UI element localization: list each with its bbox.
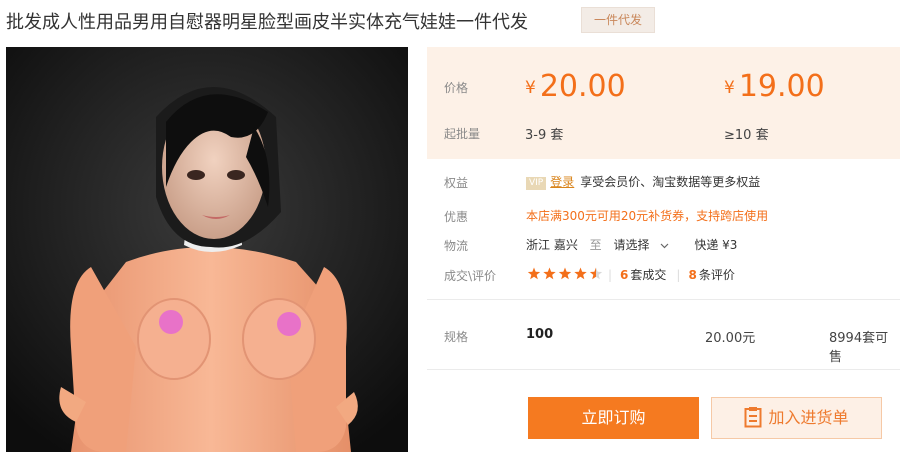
rating-stars [527, 266, 607, 285]
price-label: 价格 [444, 81, 469, 95]
deals-label: 成交\评价 [444, 269, 497, 283]
login-link[interactable]: 登录 [550, 175, 574, 189]
star-icon [589, 267, 603, 280]
star-icon [558, 267, 572, 280]
logistics-row: 浙江 嘉兴 至 请选择 快递 ¥3 [526, 236, 737, 253]
add-to-cart-label: 加入进货单 [768, 408, 849, 427]
add-to-cart-button[interactable]: 加入进货单 [711, 397, 882, 439]
rights-row: VIP 登录 享受会员价、淘宝数据等更多权益 [526, 173, 760, 190]
divider [427, 299, 900, 300]
dropship-badge: 一件代发 [581, 7, 655, 33]
star-icon [543, 267, 556, 280]
spec-price: 20.00元 [705, 331, 756, 346]
rights-text: 享受会员价、淘宝数据等更多权益 [580, 175, 761, 189]
spec-label: 规格 [444, 330, 469, 344]
rights-label: 权益 [444, 176, 469, 190]
price-tier-1: ¥20.00 [525, 69, 626, 104]
shipping-fee: 快递 ¥3 [694, 238, 738, 252]
destination-select[interactable]: 请选择 [614, 238, 669, 252]
qty-tier-2: ≥10 套 [724, 128, 769, 143]
price-panel: 价格 ¥20.00 ¥19.00 起批量 3-9 套 ≥10 套 [427, 47, 900, 159]
star-icon [527, 267, 541, 280]
spec-stock: 8994套可售 [829, 331, 889, 365]
discount-text[interactable]: 本店满300元可用20元补货券，支持跨店使用 [526, 207, 768, 224]
to-text: 至 [589, 238, 602, 252]
min-qty-label: 起批量 [444, 127, 481, 141]
divider [427, 369, 900, 370]
origin-text: 浙江 嘉兴 [526, 238, 578, 252]
spec-value: 100 [526, 327, 554, 342]
star-icon [574, 267, 587, 280]
product-title: 批发成人性用品男用自慰器明星脸型画皮半实体充气娃娃一件代发 [6, 12, 528, 33]
clipboard-icon [744, 407, 768, 428]
deal-count[interactable]: 6 套成交 [620, 268, 666, 282]
qty-tier-1: 3-9 套 [525, 128, 564, 143]
chevron-down-icon [660, 238, 669, 252]
price-tier-2: ¥19.00 [724, 69, 825, 104]
deals-row: | 6 套成交 | 8 条评价 [608, 268, 735, 282]
product-image[interactable] [6, 47, 408, 452]
buy-now-button[interactable]: 立即订购 [528, 397, 699, 439]
vip-badge: VIP [526, 177, 547, 190]
discount-label: 优惠 [444, 210, 469, 224]
logistics-label: 物流 [444, 239, 469, 253]
review-count[interactable]: 8 条评价 [688, 268, 734, 282]
